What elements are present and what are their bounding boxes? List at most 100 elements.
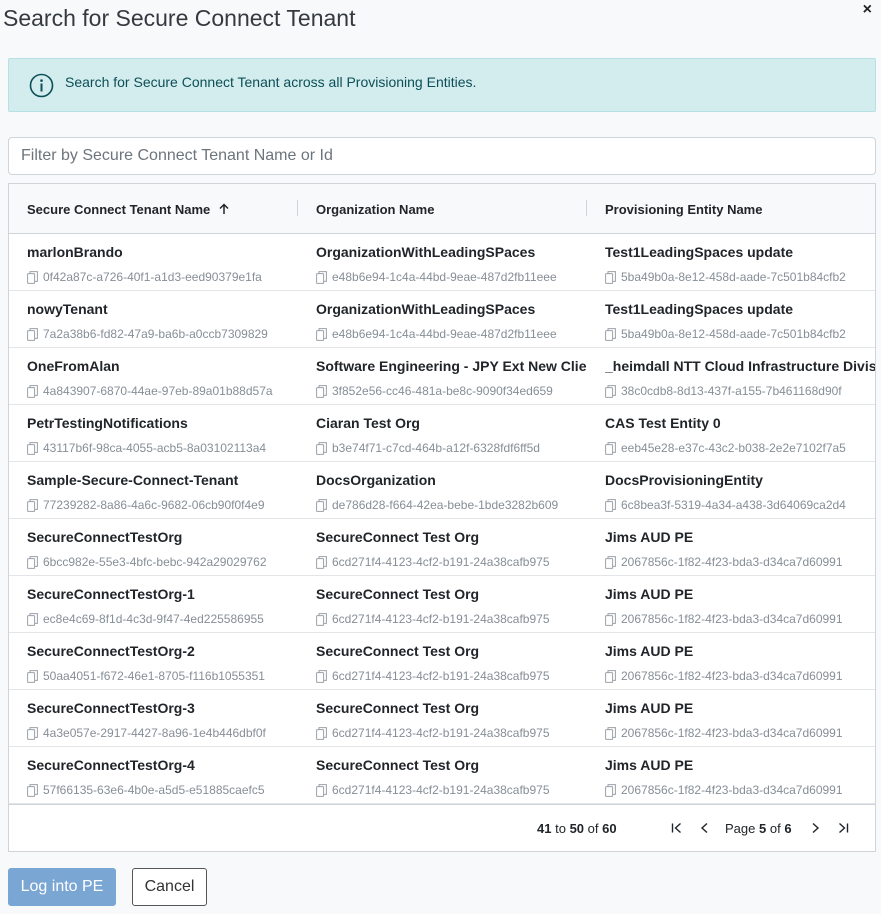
copy-icon[interactable] (316, 669, 327, 683)
copy-icon[interactable] (605, 498, 616, 512)
column-label: Provisioning Entity Name (605, 201, 763, 217)
tenant-id: ec8e4c69-8f1d-4c3d-9f47-4ed225586955 (27, 612, 264, 626)
tenant-cell: SecureConnectTestOrg-3 4a3e057e-2917-4427… (27, 690, 307, 746)
last-page-icon (839, 822, 849, 834)
tenant-cell: marlonBrando 0f42a87c-a726-40f1-a1d3-eed9… (27, 234, 307, 290)
copy-icon[interactable] (316, 498, 327, 512)
copy-icon[interactable] (27, 783, 38, 797)
table-row[interactable]: SecureConnectTestOrg 6bcc982e-55e3-4bfc-b… (9, 519, 875, 576)
copy-icon[interactable] (605, 384, 616, 398)
copy-icon[interactable] (316, 783, 327, 797)
id-text: 4a843907-6870-44ae-97eb-89a01b88d57a (43, 384, 273, 398)
copy-icon[interactable] (316, 612, 327, 626)
copy-icon[interactable] (316, 384, 327, 398)
copy-icon[interactable] (27, 555, 38, 569)
column-separator[interactable] (297, 200, 298, 216)
table-row[interactable]: SecureConnectTestOrg-2 50aa4051-f672-46e1… (9, 633, 875, 690)
table-row[interactable]: PetrTestingNotifications 43117b6f-98ca-40… (9, 405, 875, 462)
tenant-cell: SecureConnectTestOrg-2 50aa4051-f672-46e1… (27, 633, 307, 689)
tenant-cell: SecureConnectTestOrg 6bcc982e-55e3-4bfc-b… (27, 519, 307, 575)
provisioning-entity-id: 2067856c-1f82-4f23-bda3-d34ca7d60991 (605, 669, 843, 683)
last-page-button[interactable] (833, 818, 853, 838)
copy-icon[interactable] (27, 327, 38, 341)
copy-icon[interactable] (605, 669, 616, 683)
organization-id: de786d28-f664-42ea-bebe-1bde3282b609 (316, 498, 558, 512)
tenant-id: 4a3e057e-2917-4427-8a96-1e4b446dbf0f (27, 726, 266, 740)
organization-cell: Software Engineering - JPY Ext New Clie 3… (316, 348, 596, 404)
filter-input[interactable] (8, 137, 876, 175)
table-row[interactable]: Sample-Secure-Connect-Tenant 77239282-8a8… (9, 462, 875, 519)
organization-cell: OrganizationWithLeadingSPaces e48b6e94-1c… (316, 291, 596, 347)
copy-icon[interactable] (27, 441, 38, 455)
id-text: ec8e4c69-8f1d-4c3d-9f47-4ed225586955 (43, 612, 264, 626)
copy-icon[interactable] (27, 669, 38, 683)
close-icon[interactable]: × (863, 2, 872, 18)
tenant-name: Sample-Secure-Connect-Tenant (27, 472, 239, 488)
column-header-tenant-name[interactable]: Secure Connect Tenant Name (27, 184, 298, 234)
copy-icon[interactable] (605, 783, 616, 797)
copy-icon[interactable] (605, 327, 616, 341)
copy-icon[interactable] (27, 270, 38, 284)
organization-id: 6cd271f4-4123-4cf2-b191-24a38cafb975 (316, 669, 550, 683)
tenant-name: SecureConnectTestOrg-4 (27, 757, 195, 773)
copy-icon[interactable] (316, 726, 327, 740)
copy-icon[interactable] (27, 384, 38, 398)
log-into-pe-button[interactable]: Log into PE (8, 868, 116, 906)
alert-text: Search for Secure Connect Tenant across … (65, 73, 477, 90)
organization-cell: SecureConnect Test Org 6cd271f4-4123-4cf2… (316, 576, 596, 632)
table-row[interactable]: nowyTenant 7a2a38b6-fd82-47a9-ba6b-a0ccb7… (9, 291, 875, 348)
range-total: 60 (602, 821, 617, 836)
column-header-organization-name[interactable]: Organization Name (316, 184, 587, 234)
total-pages: 6 (784, 821, 792, 836)
table-row[interactable]: OneFromAlan 4a843907-6870-44ae-97eb-89a01… (9, 348, 875, 405)
tenant-cell: SecureConnectTestOrg-1 ec8e4c69-8f1d-4c3d… (27, 576, 307, 632)
copy-icon[interactable] (316, 441, 327, 455)
cancel-button[interactable]: Cancel (132, 868, 207, 906)
previous-page-button[interactable] (695, 818, 715, 838)
id-text: 5ba49b0a-8e12-458d-aade-7c501b84cfb2 (621, 327, 846, 341)
organization-name: DocsOrganization (316, 472, 436, 488)
organization-id: b3e74f71-c7cd-464b-a12f-6328fdf6ff5d (316, 441, 540, 455)
provisioning-entity-id: eeb45e28-e37c-43c2-b038-2e2e7102f7a5 (605, 441, 846, 455)
next-page-button[interactable] (805, 818, 825, 838)
provisioning-entity-cell: Jims AUD PE 2067856c-1f82-4f23-bda3-d34ca… (605, 576, 875, 632)
copy-icon[interactable] (316, 555, 327, 569)
id-text: eeb45e28-e37c-43c2-b038-2e2e7102f7a5 (621, 441, 846, 455)
organization-cell: SecureConnect Test Org 6cd271f4-4123-4cf2… (316, 519, 596, 575)
copy-icon[interactable] (605, 726, 616, 740)
column-header-provisioning-entity-name[interactable]: Provisioning Entity Name (605, 184, 875, 234)
range-to-label: to (555, 821, 566, 836)
column-separator[interactable] (586, 200, 587, 216)
copy-icon[interactable] (27, 726, 38, 740)
id-text: e48b6e94-1c4a-44bd-9eae-487d2fb11eee (332, 270, 557, 284)
info-alert: Search for Secure Connect Tenant across … (8, 58, 876, 112)
copy-icon[interactable] (316, 270, 327, 284)
provisioning-entity-name: Test1LeadingSpaces update (605, 301, 794, 317)
id-text: 6cd271f4-4123-4cf2-b191-24a38cafb975 (332, 669, 550, 683)
copy-icon[interactable] (605, 555, 616, 569)
copy-icon[interactable] (27, 498, 38, 512)
copy-icon[interactable] (605, 441, 616, 455)
tenant-name: SecureConnectTestOrg-2 (27, 643, 195, 659)
copy-icon[interactable] (605, 270, 616, 284)
copy-icon[interactable] (316, 327, 327, 341)
table-row[interactable]: SecureConnectTestOrg-1 ec8e4c69-8f1d-4c3d… (9, 576, 875, 633)
organization-id: e48b6e94-1c4a-44bd-9eae-487d2fb11eee (316, 270, 557, 284)
table-row[interactable]: SecureConnectTestOrg-4 57f66135-63e6-4b0e… (9, 747, 875, 804)
table-row[interactable]: SecureConnectTestOrg-3 4a3e057e-2917-4427… (9, 690, 875, 747)
id-text: 2067856c-1f82-4f23-bda3-d34ca7d60991 (621, 783, 843, 797)
tenant-id: 0f42a87c-a726-40f1-a1d3-eed90379e1fa (27, 270, 262, 284)
provisioning-entity-name: DocsProvisioningEntity (605, 472, 763, 488)
chevron-right-icon (812, 822, 820, 834)
table-row[interactable]: marlonBrando 0f42a87c-a726-40f1-a1d3-eed9… (9, 234, 875, 291)
copy-icon[interactable] (27, 612, 38, 626)
id-text: e48b6e94-1c4a-44bd-9eae-487d2fb11eee (332, 327, 557, 341)
first-page-button[interactable] (667, 818, 687, 838)
organization-id: 3f852e56-cc46-481a-be8c-9090f34ed659 (316, 384, 553, 398)
tenant-name: SecureConnectTestOrg (27, 529, 183, 545)
page-label: Page (725, 821, 756, 836)
current-page: 5 (759, 821, 767, 836)
copy-icon[interactable] (605, 612, 616, 626)
id-text: 6cd271f4-4123-4cf2-b191-24a38cafb975 (332, 783, 550, 797)
range-from: 41 (537, 821, 552, 836)
